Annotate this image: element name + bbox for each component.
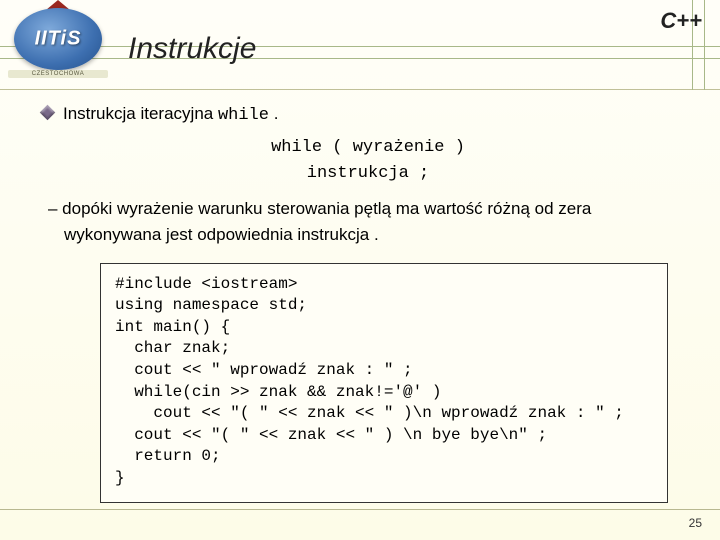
slide-header: IITiS CZESTOCHOWA Instrukcje C++: [0, 0, 720, 90]
code-example: #include <iostream> using namespace std;…: [100, 263, 668, 503]
syntax-line-2: instrukcja ;: [46, 161, 690, 187]
desc-line-2: wykonywana jest odpowiednia instrukcja .: [64, 222, 379, 248]
university-logo: IITiS CZESTOCHOWA: [8, 2, 108, 80]
logo-text: IITiS: [35, 28, 82, 51]
slide-title: Instrukcje: [128, 32, 256, 66]
syntax-line-1: while ( wyrażenie ): [46, 135, 690, 161]
diamond-bullet-icon: [40, 105, 56, 121]
desc-line-1: – dopóki wyrażenie warunku sterowania pę…: [48, 199, 591, 218]
bullet-suffix: .: [269, 104, 278, 123]
bullet-text-prefix: Instrukcja iteracyjna: [63, 104, 218, 123]
language-label: C++: [660, 8, 702, 34]
slide-content: Instrukcja iteracyjna while . while ( wy…: [0, 90, 720, 503]
syntax-block: while ( wyrażenie ) instrukcja ;: [46, 135, 690, 186]
logo-banner: CZESTOCHOWA: [8, 70, 108, 78]
bullet-keyword: while: [218, 106, 269, 125]
description: – dopóki wyrażenie warunku sterowania pę…: [50, 196, 690, 249]
bullet-item: Instrukcja iteracyjna while .: [42, 104, 690, 125]
page-number: 25: [689, 516, 702, 530]
